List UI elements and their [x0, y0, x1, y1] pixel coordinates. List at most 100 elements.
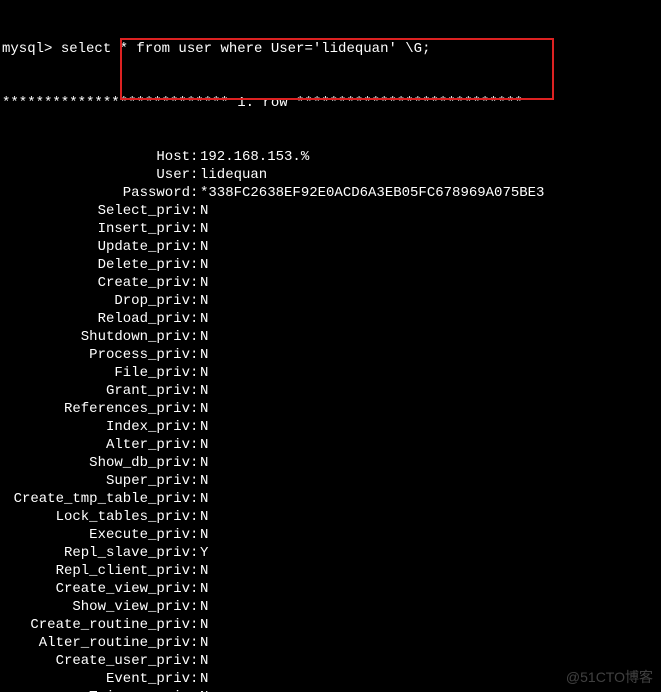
field-value: N	[200, 688, 208, 692]
result-row: Delete_priv: N	[2, 256, 659, 274]
field-value: Y	[200, 544, 208, 562]
field-value: N	[200, 598, 208, 616]
field-label: File_priv	[2, 364, 190, 382]
field-separator: :	[190, 526, 200, 544]
field-label: Execute_priv	[2, 526, 190, 544]
result-row: Trigger_priv: N	[2, 688, 659, 692]
field-label: Show_db_priv	[2, 454, 190, 472]
field-separator: :	[190, 580, 200, 598]
field-separator: :	[190, 688, 200, 692]
result-row: Grant_priv: N	[2, 382, 659, 400]
field-value: N	[200, 328, 208, 346]
field-separator: :	[190, 346, 200, 364]
field-separator: :	[190, 562, 200, 580]
field-label: Create_routine_priv	[2, 616, 190, 634]
row-separator: *************************** 1. row *****…	[2, 94, 659, 112]
result-row: Update_priv: N	[2, 238, 659, 256]
field-value: N	[200, 526, 208, 544]
field-value: N	[200, 274, 208, 292]
field-value: N	[200, 292, 208, 310]
result-row: Create_user_priv: N	[2, 652, 659, 670]
result-row: File_priv: N	[2, 364, 659, 382]
result-row: Repl_client_priv: N	[2, 562, 659, 580]
field-separator: :	[190, 490, 200, 508]
result-row: Drop_priv: N	[2, 292, 659, 310]
field-label: Event_priv	[2, 670, 190, 688]
field-label: Repl_client_priv	[2, 562, 190, 580]
sql-query: select * from user where User='lidequan'…	[61, 40, 431, 58]
result-row: User: lidequan	[2, 166, 659, 184]
result-row: Index_priv: N	[2, 418, 659, 436]
field-separator: :	[190, 364, 200, 382]
field-separator: :	[190, 418, 200, 436]
result-row: Select_priv: N	[2, 202, 659, 220]
result-row: Execute_priv: N	[2, 526, 659, 544]
result-row: Create_tmp_table_priv: N	[2, 490, 659, 508]
field-value: N	[200, 202, 208, 220]
result-row: Show_db_priv: N	[2, 454, 659, 472]
field-label: Host	[2, 148, 190, 166]
result-row: Create_routine_priv: N	[2, 616, 659, 634]
field-value: N	[200, 238, 208, 256]
field-separator: :	[190, 238, 200, 256]
terminal-output: mysql> select * from user where User='li…	[0, 0, 661, 692]
field-value: N	[200, 562, 208, 580]
result-row: Insert_priv: N	[2, 220, 659, 238]
field-separator: :	[190, 274, 200, 292]
result-row: Process_priv: N	[2, 346, 659, 364]
prompt-line: mysql> select * from user where User='li…	[2, 40, 659, 58]
watermark: @51CTO博客	[566, 668, 653, 686]
field-separator: :	[190, 310, 200, 328]
field-label: Alter_priv	[2, 436, 190, 454]
field-separator: :	[190, 256, 200, 274]
result-row: Alter_priv: N	[2, 436, 659, 454]
result-row: References_priv: N	[2, 400, 659, 418]
field-label: Lock_tables_priv	[2, 508, 190, 526]
field-separator: :	[190, 508, 200, 526]
field-value: N	[200, 436, 208, 454]
field-label: Reload_priv	[2, 310, 190, 328]
field-value: N	[200, 220, 208, 238]
field-value: *338FC2638EF92E0ACD6A3EB05FC678969A075BE…	[200, 184, 544, 202]
result-row: Create_priv: N	[2, 274, 659, 292]
field-value: N	[200, 580, 208, 598]
field-label: Insert_priv	[2, 220, 190, 238]
field-value: N	[200, 508, 208, 526]
field-value: N	[200, 616, 208, 634]
field-separator: :	[190, 670, 200, 688]
result-row: Password: *338FC2638EF92E0ACD6A3EB05FC67…	[2, 184, 659, 202]
field-value: N	[200, 454, 208, 472]
field-label: Grant_priv	[2, 382, 190, 400]
field-separator: :	[190, 292, 200, 310]
field-value: N	[200, 472, 208, 490]
field-label: Index_priv	[2, 418, 190, 436]
result-row: Alter_routine_priv: N	[2, 634, 659, 652]
field-label: Alter_routine_priv	[2, 634, 190, 652]
field-separator: :	[190, 598, 200, 616]
field-label: Password	[2, 184, 190, 202]
field-separator: :	[190, 382, 200, 400]
field-value: N	[200, 400, 208, 418]
field-separator: :	[190, 634, 200, 652]
field-label: User	[2, 166, 190, 184]
field-separator: :	[190, 328, 200, 346]
result-row: Repl_slave_priv: Y	[2, 544, 659, 562]
field-separator: :	[190, 544, 200, 562]
result-row: Shutdown_priv: N	[2, 328, 659, 346]
field-value: N	[200, 382, 208, 400]
field-label: Update_priv	[2, 238, 190, 256]
field-separator: :	[190, 652, 200, 670]
field-label: Repl_slave_priv	[2, 544, 190, 562]
field-value: N	[200, 652, 208, 670]
result-row: Host: 192.168.153.%	[2, 148, 659, 166]
field-value: N	[200, 256, 208, 274]
result-row: Lock_tables_priv: N	[2, 508, 659, 526]
field-separator: :	[190, 436, 200, 454]
field-separator: :	[190, 220, 200, 238]
mysql-prompt: mysql>	[2, 40, 61, 58]
result-row: Reload_priv: N	[2, 310, 659, 328]
field-value: N	[200, 418, 208, 436]
field-separator: :	[190, 166, 200, 184]
field-label: References_priv	[2, 400, 190, 418]
field-separator: :	[190, 454, 200, 472]
